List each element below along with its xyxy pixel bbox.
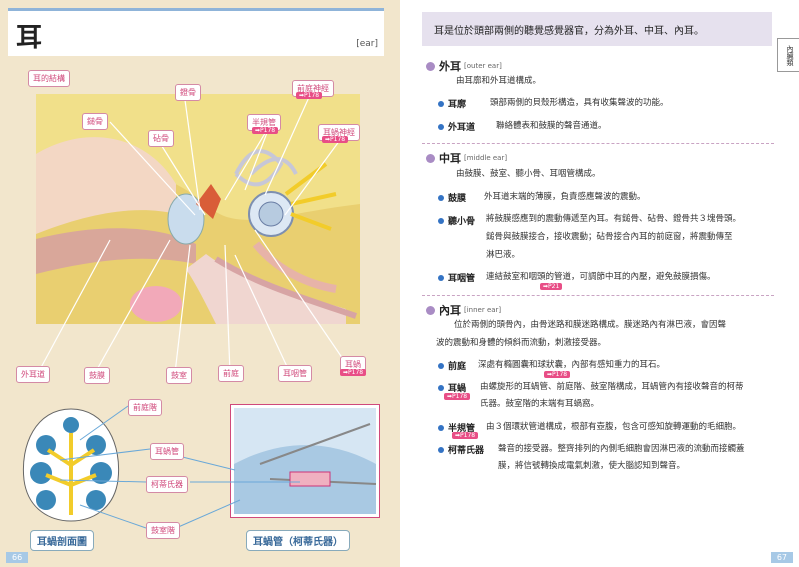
inner-summary-1: 位於兩側的頭骨內，由骨迷路和膜迷路構成。膜迷路內有淋巴液，會因聲 xyxy=(454,320,727,330)
desc-semicircular: 由３個環狀管道構成，根部有壺腹，包含可感知旋轉運動的毛細胞。 xyxy=(486,422,742,432)
term-eardrum-label: 鼓膜 xyxy=(448,194,467,204)
intro-box: 耳是位於頭部兩側的聽覺感覺器官，分為外耳、中耳、內耳。 xyxy=(422,12,772,46)
term-vestibule: 前庭 xyxy=(438,359,466,372)
heading-middle-ear: 中耳 [middle ear] xyxy=(426,150,507,166)
desc-ossicles-3: 淋巴液。 xyxy=(486,250,521,260)
bullet-icon xyxy=(426,305,435,315)
side-tab[interactable]: 內臟類 xyxy=(777,38,799,72)
bullet-icon xyxy=(426,61,435,71)
desc-cochlea-1: 由螺旋形的耳蝸管、前庭階、鼓室階構成，耳蝸管內有接收聲音的柯蒂 xyxy=(480,382,744,392)
page-number-left: 66 xyxy=(6,552,29,563)
term-ossicles-label: 聽小骨 xyxy=(448,217,476,227)
dot-icon xyxy=(438,362,444,369)
bullet-icon xyxy=(426,153,435,163)
term-auricle: 耳廓 xyxy=(438,97,466,110)
divider xyxy=(422,295,774,296)
dot-icon xyxy=(438,424,444,431)
desc-corti-2: 膜，將信號轉換成電氣刺激，使大腦認知到聲音。 xyxy=(498,461,686,471)
dot-icon xyxy=(438,217,444,224)
caption-cochlea-section: 耳蝸剖面圖 xyxy=(30,530,94,551)
term-auricle-label: 耳廓 xyxy=(448,100,467,110)
dot-icon xyxy=(438,194,444,201)
middle-summary: 由鼓膜、鼓室、聽小骨、耳咽管構成。 xyxy=(456,169,601,179)
desc-ear-canal: 聯絡體表和鼓膜的聲音通道。 xyxy=(496,121,607,131)
label-scala-tympani: 鼓室階 xyxy=(146,522,180,539)
outer-ear-title: 外耳 xyxy=(439,60,461,73)
term-ear-canal-label: 外耳道 xyxy=(448,123,476,133)
ref-eustachian[interactable]: ➡P21 xyxy=(540,283,563,290)
term-vestibule-label: 前庭 xyxy=(448,362,467,372)
section-leader-lines xyxy=(59,405,300,529)
page-number-right: 67 xyxy=(770,552,793,563)
term-eardrum: 鼓膜 xyxy=(438,191,466,204)
desc-ossicles-2: 鎚骨與鼓膜接合，接收震動；砧骨接合內耳的前庭窗，將震動傳至 xyxy=(486,232,733,242)
heading-inner-ear: 內耳 [inner ear] xyxy=(426,302,501,318)
right-page: 耳是位於頭部兩側的聽覺感覺器官，分為外耳、中耳、內耳。 內臟類 外耳 [oute… xyxy=(400,0,799,567)
desc-auricle: 頭部兩側的貝殼形構造，具有收集聲波的功能。 xyxy=(490,98,669,108)
label-cochlear-duct: 耳蝸管 xyxy=(150,443,184,460)
book-spread: 耳 [ear] 耳的結構 鐙骨 前庭神經 ➡P178 鎚骨 半規管 ➡P178 … xyxy=(0,0,799,567)
term-eustachian: 耳咽管 xyxy=(438,271,475,284)
dot-icon xyxy=(438,274,444,281)
ref-semicircular[interactable]: ➡P178 xyxy=(452,432,479,439)
left-page: 耳 [ear] 耳的結構 鐙骨 前庭神經 ➡P178 鎚骨 半規管 ➡P178 … xyxy=(0,0,400,567)
divider xyxy=(422,143,774,144)
ref-cochlea[interactable]: ➡P178 xyxy=(444,393,471,400)
inner-ear-en: [inner ear] xyxy=(464,306,502,314)
caption-cochlear-duct: 耳蝸管（柯蒂氏器） xyxy=(246,530,350,551)
ref-vestibule[interactable]: ➡P178 xyxy=(544,371,571,378)
term-ossicles: 聽小骨 xyxy=(438,214,475,227)
desc-corti-1: 聲音的接受器。整齊排列的內側毛細胞會因淋巴液的流動而接觸蓋 xyxy=(498,444,745,454)
desc-ossicles-1: 將鼓膜感應到的震動傳遞至內耳。有鎚骨、砧骨、鐙骨共３塊骨頭。 xyxy=(486,214,742,224)
dot-icon xyxy=(438,446,444,453)
desc-eustachian: 連結鼓室和咽頭的管道，可調節中耳的內壓，避免鼓膜損傷。 xyxy=(486,272,716,282)
middle-ear-title: 中耳 xyxy=(439,152,461,165)
label-corti: 柯蒂氏器 xyxy=(146,476,188,493)
desc-vestibule: 深處有橢圓囊和球狀囊，內部有感知重力的耳石。 xyxy=(478,360,666,370)
outer-summary: 由耳廓和外耳道構成。 xyxy=(456,76,542,86)
term-corti: 柯蒂氏器 xyxy=(438,443,484,456)
dot-icon xyxy=(438,384,444,391)
term-ear-canal: 外耳道 xyxy=(438,120,475,133)
inner-summary-2: 波的震動和身體的傾斜而流動，刺激接受器。 xyxy=(436,338,607,348)
term-eustachian-label: 耳咽管 xyxy=(448,274,476,284)
outer-ear-en: [outer ear] xyxy=(464,62,502,70)
dot-icon xyxy=(438,123,444,130)
dot-icon xyxy=(438,100,444,107)
desc-cochlea-2: 氏器。鼓室階的末端有耳蝸窩。 xyxy=(480,399,600,409)
inner-ear-title: 內耳 xyxy=(439,304,461,317)
term-corti-label: 柯蒂氏器 xyxy=(448,446,485,456)
heading-outer-ear: 外耳 [outer ear] xyxy=(426,58,502,74)
label-scala-vestibuli: 前庭階 xyxy=(128,399,162,416)
middle-ear-en: [middle ear] xyxy=(464,154,508,162)
desc-eardrum: 外耳道末端的薄膜，負責感應聲波的震動。 xyxy=(484,192,646,202)
